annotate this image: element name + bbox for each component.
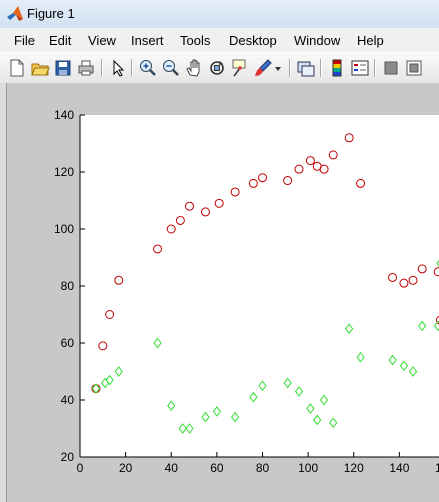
x-tick-label: 60 — [210, 461, 224, 475]
x-tick-label: 160 — [435, 461, 439, 475]
window-titlebar[interactable]: Figure 1 — [0, 0, 439, 29]
y-tick-label: 20 — [61, 450, 75, 464]
rotate-3d-icon[interactable] — [207, 58, 227, 78]
show-plot-tools-icon[interactable] — [404, 58, 424, 78]
menu-help[interactable]: Help — [357, 33, 384, 48]
y-tick-label: 100 — [54, 222, 74, 236]
toolbar-separator — [101, 59, 103, 77]
toolbar-separator — [289, 59, 291, 77]
menu-edit[interactable]: Edit — [49, 33, 71, 48]
scatter-plot[interactable]: 02040608010012014016020406080100120140 — [0, 83, 439, 502]
brush-icon[interactable] — [253, 58, 273, 78]
print-icon[interactable] — [76, 58, 96, 78]
save-icon[interactable] — [53, 58, 73, 78]
brush-dropdown-icon[interactable] — [273, 58, 283, 78]
toolbar-separator — [131, 59, 133, 77]
zoom-in-icon[interactable] — [138, 58, 158, 78]
menu-file[interactable]: File — [14, 33, 35, 48]
link-plot-icon[interactable] — [296, 58, 316, 78]
y-tick-label: 60 — [61, 336, 75, 350]
x-tick-label: 100 — [298, 461, 318, 475]
zoom-out-icon[interactable] — [161, 58, 181, 78]
new-figure-icon[interactable] — [7, 58, 27, 78]
menu-view[interactable]: View — [88, 33, 116, 48]
data-cursor-icon[interactable] — [230, 58, 250, 78]
menu-tools[interactable]: Tools — [180, 33, 210, 48]
open-file-icon[interactable] — [30, 58, 50, 78]
toolbar-separator — [374, 59, 376, 77]
y-tick-label: 140 — [54, 108, 74, 122]
figure-canvas: 02040608010012014016020406080100120140 — [0, 83, 439, 502]
colorbar-icon[interactable] — [327, 58, 347, 78]
y-tick-label: 120 — [54, 165, 74, 179]
x-tick-label: 120 — [344, 461, 364, 475]
x-tick-label: 20 — [119, 461, 133, 475]
plot-area-background — [80, 115, 439, 457]
matlab-logo-icon — [7, 6, 23, 21]
legend-icon[interactable] — [350, 58, 370, 78]
x-tick-label: 0 — [77, 461, 84, 475]
x-tick-label: 40 — [165, 461, 179, 475]
menu-insert[interactable]: Insert — [131, 33, 164, 48]
menu-desktop[interactable]: Desktop — [229, 33, 277, 48]
window-left-border — [0, 83, 7, 502]
x-tick-label: 80 — [256, 461, 270, 475]
y-tick-label: 80 — [61, 279, 75, 293]
edit-plot-arrow-icon[interactable] — [108, 58, 128, 78]
hide-plot-tools-icon[interactable] — [381, 58, 401, 78]
y-tick-label: 40 — [61, 393, 75, 407]
figure-toolbar — [0, 52, 439, 84]
window-title: Figure 1 — [27, 6, 75, 21]
toolbar-separator — [320, 59, 322, 77]
menu-bar: File Edit View Insert Tools Desktop Wind… — [0, 28, 439, 52]
x-tick-label: 140 — [389, 461, 409, 475]
pan-hand-icon[interactable] — [184, 58, 204, 78]
menu-window[interactable]: Window — [294, 33, 340, 48]
